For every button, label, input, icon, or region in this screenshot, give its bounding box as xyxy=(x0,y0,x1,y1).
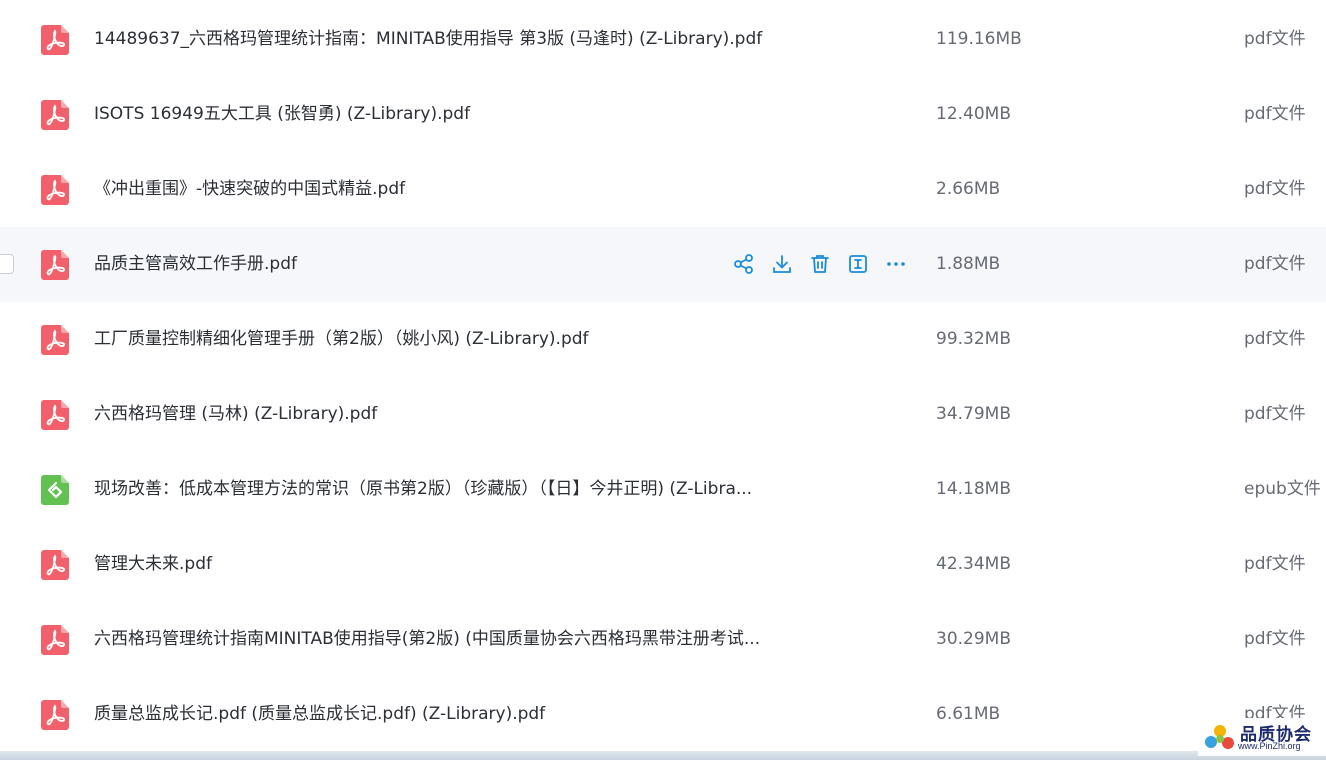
file-type: pdf文件 xyxy=(1244,554,1306,574)
file-size: 119.16MB xyxy=(936,29,1022,49)
file-row[interactable]: 工厂质量控制精细化管理手册（第2版）（姚小风) (Z-Library).pdf 9… xyxy=(0,302,1326,377)
file-name[interactable]: 14489637_六西格玛管理统计指南：MINITAB使用指导 第3版 (马逢时… xyxy=(94,2,762,77)
share-icon[interactable] xyxy=(732,252,756,276)
watermark-url: www.PinZhi.org xyxy=(1238,741,1301,751)
epub-icon xyxy=(41,475,69,505)
file-name[interactable]: 管理大未来.pdf xyxy=(94,527,212,602)
file-name[interactable]: ISOTS 16949五大工具 (张智勇) (Z-Library).pdf xyxy=(94,77,470,152)
pdf-icon xyxy=(41,400,69,430)
file-type: pdf文件 xyxy=(1244,179,1306,199)
file-size: 42.34MB xyxy=(936,554,1011,574)
file-row[interactable]: 现场改善：低成本管理方法的常识（原书第2版）（珍藏版）（【日】今井正明) (Z-… xyxy=(0,452,1326,527)
file-name[interactable]: 品质主管高效工作手册.pdf xyxy=(94,227,297,302)
watermark: 品质协会 www.PinZhi.org xyxy=(1198,718,1326,756)
file-row[interactable]: 管理大未来.pdf 42.34MB pdf文件 xyxy=(0,527,1326,602)
rename-icon[interactable] xyxy=(846,252,870,276)
file-row[interactable]: 六西格玛管理统计指南MINITAB使用指导(第2版) (中国质量协会六西格玛黑带… xyxy=(0,602,1326,677)
pinzhi-logo-icon xyxy=(1205,725,1234,749)
row-actions xyxy=(732,252,908,276)
file-type: epub文件 xyxy=(1244,479,1321,499)
file-size: 12.40MB xyxy=(936,104,1011,124)
file-size: 6.61MB xyxy=(936,704,1001,724)
file-name[interactable]: 现场改善：低成本管理方法的常识（原书第2版）（珍藏版）（【日】今井正明) (Z-… xyxy=(94,452,752,527)
pdf-icon xyxy=(41,700,69,730)
file-type: pdf文件 xyxy=(1244,29,1306,49)
file-size: 34.79MB xyxy=(936,404,1011,424)
file-size: 30.29MB xyxy=(936,629,1011,649)
pdf-icon xyxy=(41,175,69,205)
pdf-icon xyxy=(41,325,69,355)
file-size: 2.66MB xyxy=(936,179,1001,199)
file-type: pdf文件 xyxy=(1244,629,1306,649)
file-size: 1.88MB xyxy=(936,254,1001,274)
file-name[interactable]: 六西格玛管理统计指南MINITAB使用指导(第2版) (中国质量协会六西格玛黑带… xyxy=(94,602,760,677)
file-row[interactable]: 品质主管高效工作手册.pdf 1.88MB pdf文件 xyxy=(0,227,1326,302)
pdf-icon xyxy=(41,625,69,655)
file-size: 14.18MB xyxy=(936,479,1011,499)
file-list: 14489637_六西格玛管理统计指南：MINITAB使用指导 第3版 (马逢时… xyxy=(0,2,1326,752)
file-row[interactable]: ISOTS 16949五大工具 (张智勇) (Z-Library).pdf 12.… xyxy=(0,77,1326,152)
file-name[interactable]: 质量总监成长记.pdf (质量总监成长记.pdf) (Z-Library).pd… xyxy=(94,677,545,752)
file-type: pdf文件 xyxy=(1244,254,1306,274)
file-type: pdf文件 xyxy=(1244,104,1306,124)
bottom-scroll-area xyxy=(0,751,1326,760)
pdf-icon xyxy=(41,25,69,55)
pdf-icon xyxy=(41,250,69,280)
file-name[interactable]: 六西格玛管理 (马林) (Z-Library).pdf xyxy=(94,377,377,452)
file-row[interactable]: 《冲出重围》-快速突破的中国式精益.pdf 2.66MB pdf文件 xyxy=(0,152,1326,227)
file-size: 99.32MB xyxy=(936,329,1011,349)
file-row[interactable]: 质量总监成长记.pdf (质量总监成长记.pdf) (Z-Library).pd… xyxy=(0,677,1326,752)
download-icon[interactable] xyxy=(770,252,794,276)
pdf-icon xyxy=(41,550,69,580)
file-type: pdf文件 xyxy=(1244,329,1306,349)
file-name[interactable]: 《冲出重围》-快速突破的中国式精益.pdf xyxy=(94,152,405,227)
pdf-icon xyxy=(41,100,69,130)
row-checkbox[interactable] xyxy=(0,254,14,274)
file-row[interactable]: 六西格玛管理 (马林) (Z-Library).pdf 34.79MB pdf文件 xyxy=(0,377,1326,452)
file-row[interactable]: 14489637_六西格玛管理统计指南：MINITAB使用指导 第3版 (马逢时… xyxy=(0,2,1326,77)
more-icon[interactable] xyxy=(884,252,908,276)
file-name[interactable]: 工厂质量控制精细化管理手册（第2版）（姚小风) (Z-Library).pdf xyxy=(94,302,589,377)
delete-icon[interactable] xyxy=(808,252,832,276)
file-type: pdf文件 xyxy=(1244,404,1306,424)
